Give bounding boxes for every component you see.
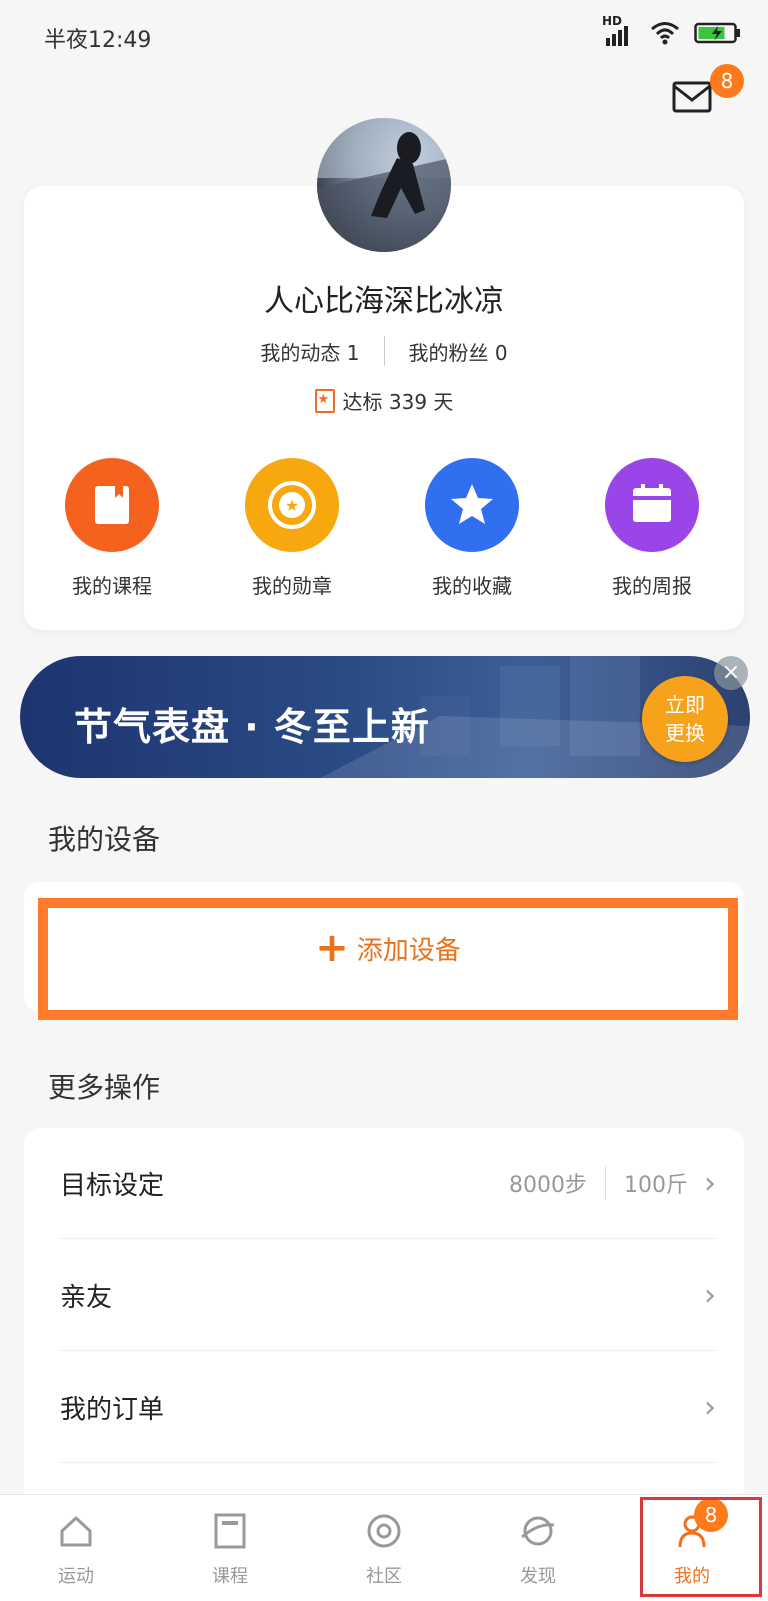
avatar[interactable]: [317, 118, 451, 252]
chevron-right-icon: ›: [704, 1277, 716, 1313]
op-label: 亲友: [60, 1282, 113, 1313]
feature-my-medals[interactable]: ★ 我的勋章: [232, 458, 352, 599]
home-icon: [60, 1516, 92, 1547]
mail-icon: [672, 81, 712, 113]
my-fans-link[interactable]: 我的粉丝 0: [409, 337, 508, 366]
my-posts-link[interactable]: 我的动态 1: [260, 337, 359, 366]
goal-steps: 8000步: [509, 1173, 587, 1198]
profile-stats: 我的动态 1 我的粉丝 0: [0, 336, 768, 366]
community-icon: [367, 1514, 401, 1548]
streak-label: 达标 339 天: [342, 390, 454, 414]
more-ops-section-title: 更多操作: [48, 1071, 161, 1104]
stats-divider: [383, 336, 385, 366]
hd-signal-icon: HD: [602, 14, 636, 50]
more-ops-card: 目标设定 8000步 100斤 › 亲友 › 我的订单 ›: [24, 1128, 744, 1508]
goal-weight: 100斤: [624, 1173, 688, 1198]
nickname: 人心比海深比冰凉: [264, 284, 504, 319]
banner-title: 节气表盘 · 冬至上新: [74, 705, 430, 749]
goal-divider: [605, 1166, 606, 1200]
nav-item-course[interactable]: 课程: [180, 1511, 280, 1588]
medal-icon: ★: [245, 458, 339, 552]
op-row-family-friends[interactable]: 亲友 ›: [60, 1240, 716, 1351]
mail-badge: 8: [710, 64, 744, 98]
course-icon: [214, 1513, 246, 1549]
banner-button-line1: 立即: [665, 693, 705, 717]
course-book-icon: [65, 458, 159, 552]
chevron-right-icon: ›: [704, 1165, 716, 1201]
battery-icon: [694, 21, 742, 49]
nav-item-sport[interactable]: 运动: [26, 1511, 126, 1588]
feature-my-favorites[interactable]: 我的收藏: [412, 458, 532, 599]
svg-text:★: ★: [285, 496, 299, 515]
chevron-right-icon: ›: [704, 1389, 716, 1425]
nav-label: 发现: [520, 1566, 556, 1587]
op-label: 我的订单: [60, 1394, 165, 1425]
nav-item-discover[interactable]: 发现: [488, 1511, 588, 1588]
message-button[interactable]: [672, 80, 716, 116]
star-icon: [425, 458, 519, 552]
op-row-goal-setting[interactable]: 目标设定 8000步 100斤 ›: [60, 1128, 716, 1239]
nav-label: 社区: [366, 1566, 402, 1587]
goal-streak[interactable]: 达标 339 天: [0, 386, 768, 415]
wifi-icon: [650, 21, 680, 49]
network-type: HD: [602, 14, 623, 28]
op-label: 目标设定: [60, 1170, 165, 1201]
feature-label: 我的收藏: [432, 574, 512, 598]
calendar-icon: [605, 458, 699, 552]
add-device-highlight: [38, 898, 738, 1020]
banner-change-button[interactable]: 立即 更换: [642, 676, 728, 762]
feature-my-courses[interactable]: 我的课程: [52, 458, 172, 599]
nav-item-community[interactable]: 社区: [334, 1511, 434, 1588]
feature-label: 我的周报: [612, 574, 692, 598]
feature-label: 我的勋章: [252, 574, 332, 598]
status-icons: HD: [602, 14, 742, 50]
streak-badge-icon: [314, 388, 335, 413]
nav-label: 运动: [58, 1566, 94, 1587]
planet-icon: [521, 1516, 555, 1546]
goal-values: 8000步 100斤: [509, 1166, 688, 1200]
status-time: 半夜12:49: [44, 28, 152, 53]
nav-label: 课程: [212, 1566, 248, 1587]
avatar-figure: [317, 118, 451, 252]
promo-banner[interactable]: 节气表盘 · 冬至上新 立即 更换: [20, 656, 750, 778]
banner-close-icon[interactable]: ×: [714, 656, 748, 690]
devices-section-title: 我的设备: [48, 823, 161, 856]
banner-button-line2: 更换: [665, 721, 705, 745]
nav-mine-highlight: [640, 1497, 762, 1597]
status-bar: 半夜12:49 HD: [0, 0, 768, 70]
feature-my-weekly-report[interactable]: 我的周报: [592, 458, 712, 599]
feature-label: 我的课程: [72, 574, 152, 598]
op-row-my-orders[interactable]: 我的订单 ›: [60, 1352, 716, 1463]
